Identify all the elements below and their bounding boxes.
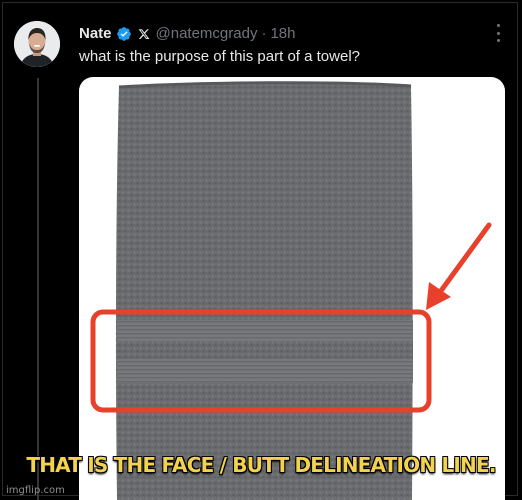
towel-photo [90, 81, 492, 500]
imgflip-watermark: imgflip.com [6, 485, 65, 496]
red-arrow-icon [426, 222, 492, 310]
towel-dobby-band-lower [117, 359, 413, 377]
tweet-timestamp[interactable]: 18h [270, 24, 295, 44]
tweet-header: Nate @natemcgrady · 18h [79, 24, 492, 44]
more-options-icon[interactable] [496, 24, 500, 42]
author-name[interactable]: Nate [79, 24, 112, 44]
separator-dot: · [261, 25, 267, 42]
tweet-media[interactable] [79, 77, 505, 500]
tweet-text: what is the purpose of this part of a to… [79, 48, 360, 65]
meme-caption: THAT IS THE FACE / BUTT DELINEATION LINE… [26, 453, 496, 477]
x-logo-icon [138, 29, 149, 39]
towel-body [115, 82, 413, 500]
author-handle[interactable]: @natemcgrady [156, 24, 258, 44]
verified-badge-icon [116, 27, 131, 41]
avatar-photo [14, 21, 60, 67]
towel-dobby-band-upper [117, 320, 413, 341]
thread-connector-line [37, 78, 39, 500]
avatar[interactable] [14, 21, 60, 67]
